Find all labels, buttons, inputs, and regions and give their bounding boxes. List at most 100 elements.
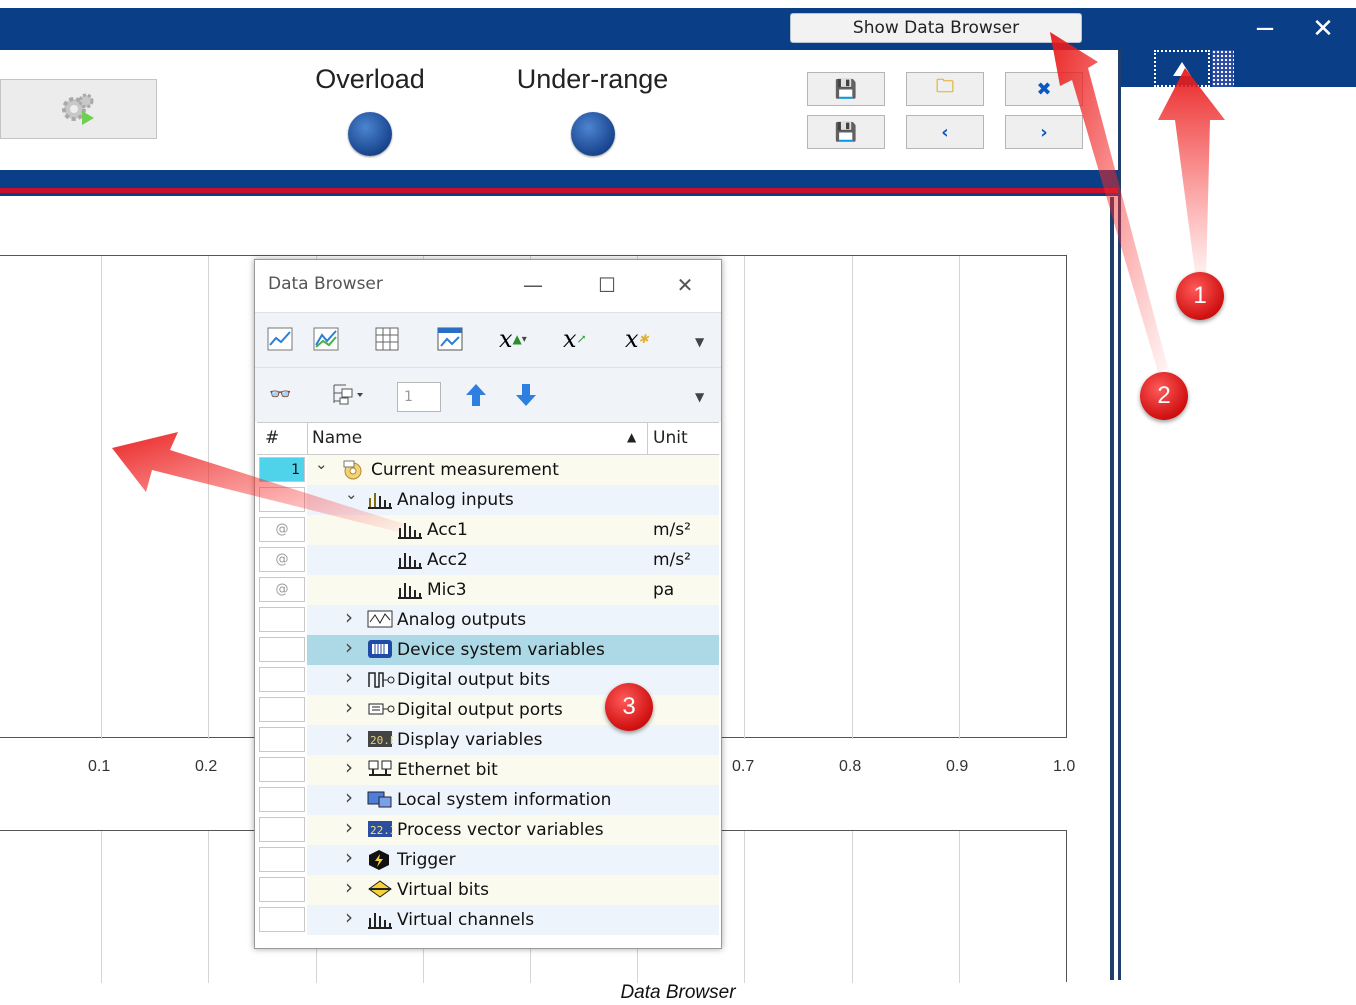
add-variable-icon[interactable]: 𝑥 ▲ ▾ bbox=[499, 325, 527, 353]
row-number-cell[interactable] bbox=[259, 787, 305, 812]
chevron-right-icon[interactable]: › bbox=[345, 605, 353, 629]
chevron-right-icon[interactable]: › bbox=[345, 635, 353, 659]
tree-row[interactable]: › Trigger bbox=[257, 845, 719, 875]
open-button[interactable]: 🗀 bbox=[906, 72, 984, 106]
new-variable-icon[interactable]: 𝑥 ✱ bbox=[625, 325, 649, 353]
tree-row[interactable]: › Virtual channels bbox=[257, 905, 719, 935]
tree-row[interactable]: › 22.3 Process vector variables bbox=[257, 815, 719, 845]
x-tick: 1.0 bbox=[1053, 758, 1076, 775]
line-chart-icon[interactable] bbox=[267, 327, 293, 351]
data-browser-window: Data Browser — ☐ ✕ 𝑥 ▲ ▾ 𝑥 ↗ 𝑥 ✱ ▼ 👓 1 ▼ # bbox=[254, 259, 722, 949]
row-number-cell[interactable]: @ bbox=[259, 517, 305, 542]
save-as-icon: 💾 bbox=[834, 121, 858, 143]
picture-display-icon[interactable] bbox=[437, 327, 463, 351]
delete-button[interactable]: ✖ bbox=[1005, 72, 1083, 106]
chevron-right-icon[interactable]: › bbox=[345, 845, 353, 869]
chevron-down-icon[interactable]: ⌄ bbox=[315, 455, 328, 473]
row-number-cell[interactable] bbox=[259, 757, 305, 782]
row-number-cell[interactable]: @ bbox=[259, 577, 305, 602]
chevron-right-icon[interactable]: › bbox=[345, 785, 353, 809]
tree-row[interactable]: @ Acc1 m/s² bbox=[257, 515, 719, 545]
under-range-label: Under-range bbox=[516, 64, 669, 94]
row-number-cell[interactable] bbox=[259, 907, 305, 932]
tree-item-label: Mic3 bbox=[427, 580, 467, 600]
db-close-button[interactable]: ✕ bbox=[665, 268, 705, 302]
chevron-right-icon[interactable]: › bbox=[345, 695, 353, 719]
tree-row[interactable]: › 20.E Display variables bbox=[257, 725, 719, 755]
overload-label: Overload bbox=[315, 64, 425, 94]
col-num-header[interactable]: # bbox=[265, 428, 279, 448]
db-maximize-button[interactable]: ☐ bbox=[587, 268, 627, 302]
row-number-cell[interactable] bbox=[259, 727, 305, 752]
tree-row[interactable]: › Ethernet bit bbox=[257, 755, 719, 785]
arrow-up-icon[interactable] bbox=[465, 382, 487, 408]
index-input[interactable]: 1 bbox=[397, 382, 441, 412]
chevron-right-icon[interactable]: › bbox=[345, 665, 353, 689]
previous-button[interactable]: ‹ bbox=[906, 115, 984, 149]
plot-frame-divider bbox=[1110, 197, 1114, 980]
row-number-cell[interactable]: 1 bbox=[259, 457, 305, 482]
chevron-right-icon[interactable]: › bbox=[345, 755, 353, 779]
row-number-cell[interactable] bbox=[259, 667, 305, 692]
show-data-browser-button[interactable]: Show Data Browser bbox=[790, 13, 1082, 43]
row-number-cell[interactable] bbox=[259, 607, 305, 632]
data-browser-toolbar-1: 𝑥 ▲ ▾ 𝑥 ↗ 𝑥 ✱ ▼ bbox=[255, 312, 721, 367]
side-panel bbox=[1118, 50, 1356, 980]
save-button[interactable]: 💾 bbox=[807, 72, 885, 106]
tree-row[interactable]: › Digital output bits bbox=[257, 665, 719, 695]
tree-row[interactable]: › Virtual bits bbox=[257, 875, 719, 905]
row-number-cell[interactable] bbox=[259, 487, 305, 512]
panel-grip-icon[interactable] bbox=[1212, 50, 1234, 87]
save-as-button[interactable]: 💾 bbox=[807, 115, 885, 149]
row-number-cell[interactable] bbox=[259, 637, 305, 662]
formula-icon[interactable]: 𝑥 ↗ bbox=[563, 325, 587, 353]
multi-chart-icon[interactable] bbox=[313, 327, 339, 351]
tree-row[interactable]: › Device system variables bbox=[257, 635, 719, 665]
start-measurement-button[interactable] bbox=[0, 79, 157, 139]
svg-text:20.E: 20.E bbox=[370, 734, 393, 747]
chevron-right-icon[interactable]: › bbox=[345, 815, 353, 839]
header-stripe bbox=[0, 170, 1118, 197]
tree-row[interactable]: ⌄ Analog inputs bbox=[257, 485, 719, 515]
chevron-right-icon[interactable]: › bbox=[345, 875, 353, 899]
tree-item-label: Display variables bbox=[397, 730, 543, 750]
svg-text:22.3: 22.3 bbox=[370, 824, 393, 837]
row-number-cell[interactable] bbox=[259, 697, 305, 722]
binoculars-icon[interactable]: 👓 bbox=[269, 384, 291, 405]
db-minimize-button[interactable]: — bbox=[513, 268, 553, 302]
row-number-cell[interactable] bbox=[259, 877, 305, 902]
sort-ascending-icon: ▲ bbox=[627, 430, 637, 444]
next-button[interactable]: › bbox=[1005, 115, 1083, 149]
toolbar-overflow-icon[interactable]: ▼ bbox=[695, 390, 704, 404]
tree-item-label: Digital output ports bbox=[397, 700, 563, 720]
toolbar-overflow-icon[interactable]: ▼ bbox=[695, 335, 704, 349]
table-icon[interactable] bbox=[375, 327, 399, 351]
chevron-right-icon[interactable]: › bbox=[345, 725, 353, 749]
close-button[interactable]: ✕ bbox=[1308, 12, 1338, 46]
minimize-button[interactable]: − bbox=[1252, 14, 1278, 44]
device-system-icon bbox=[367, 639, 393, 664]
virtual-channels-icon bbox=[367, 909, 393, 934]
unit-cell: m/s² bbox=[653, 520, 691, 540]
tree-row[interactable]: @ Mic3 pa bbox=[257, 575, 719, 605]
row-number-cell[interactable] bbox=[259, 847, 305, 872]
col-unit-header[interactable]: Unit bbox=[653, 428, 688, 448]
panel-expand-button[interactable] bbox=[1154, 50, 1210, 87]
group-icon[interactable] bbox=[331, 382, 365, 408]
tree-row[interactable]: @ Acc2 m/s² bbox=[257, 545, 719, 575]
display-variables-icon: 20.E bbox=[367, 729, 397, 754]
tree-row[interactable]: 1 ⌄ Current measurement bbox=[257, 455, 719, 485]
process-vector-icon: 22.3 bbox=[367, 819, 397, 844]
unit-cell: m/s² bbox=[653, 550, 691, 570]
chevron-down-icon[interactable]: ⌄ bbox=[345, 485, 358, 503]
tree-item-label: Analog inputs bbox=[397, 490, 514, 510]
row-number-cell[interactable]: @ bbox=[259, 547, 305, 572]
arrow-down-icon[interactable] bbox=[515, 382, 537, 408]
tree-row[interactable]: › Analog outputs bbox=[257, 605, 719, 635]
tree-row[interactable]: › Local system information bbox=[257, 785, 719, 815]
channel-icon bbox=[397, 519, 423, 544]
chevron-right-icon[interactable]: › bbox=[345, 905, 353, 929]
row-number-cell[interactable] bbox=[259, 817, 305, 842]
tree-item-label: Process vector variables bbox=[397, 820, 604, 840]
col-name-header[interactable]: Name bbox=[312, 428, 362, 448]
